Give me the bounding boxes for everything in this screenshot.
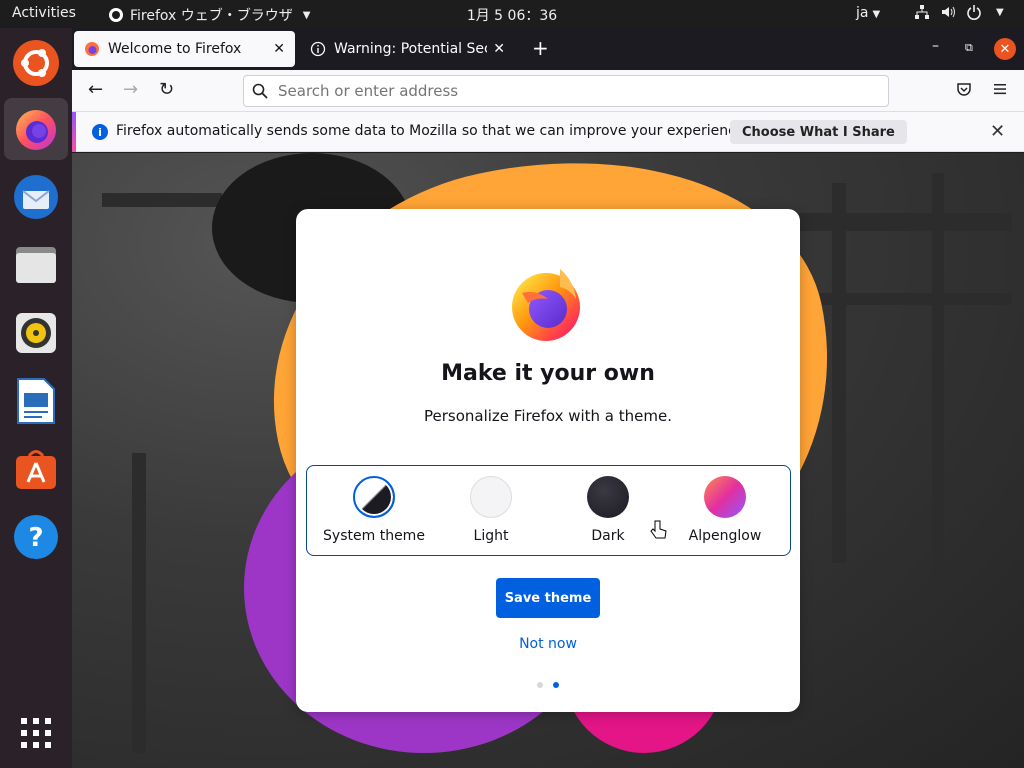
back-button[interactable]: ← [88,80,103,100]
clock[interactable]: 1月 5 06：36 [467,8,557,24]
theme-option-dark[interactable]: Dark [549,466,667,557]
maximize-button[interactable]: ⧉ [965,41,973,55]
dock-libreoffice-writer[interactable] [4,370,68,432]
alpenglow-theme-swatch [704,476,746,518]
theme-label: Light [473,528,509,544]
card-title: Make it your own [441,361,655,386]
firefox-icon [16,110,56,150]
dock-firefox[interactable] [4,98,68,160]
dock-ubuntu[interactable] [4,32,68,94]
pocket-button[interactable] [956,81,972,101]
choose-what-i-share-button[interactable]: Choose What I Share [730,120,907,144]
tab-bar: Welcome to Firefox ✕ Warning: Potential … [72,28,1024,70]
welcome-page: Make it your own Personalize Firefox wit… [72,153,1024,768]
forward-button[interactable]: → [123,80,138,100]
theme-picker: System theme Light Dark Alpenglow [306,465,791,556]
tab-welcome[interactable]: Welcome to Firefox ✕ [74,31,295,67]
firefox-favicon-icon [85,42,99,56]
ubuntu-logo-icon [13,40,59,86]
step-dot-current [553,682,559,688]
dock-help[interactable]: ? [4,506,68,568]
not-now-link[interactable]: Not now [296,636,800,652]
input-method[interactable]: ja ▼ [856,5,880,21]
dock-files[interactable] [4,234,68,296]
pocket-icon [957,83,971,96]
theme-option-system[interactable]: System theme [315,466,433,557]
chevron-down-icon: ▼ [302,9,311,21]
menu-button[interactable] [992,81,1008,101]
theme-label: Alpenglow [688,528,762,544]
dock-show-applications[interactable] [4,702,68,764]
reload-button[interactable]: ↻ [159,80,174,100]
dock-thunderbird[interactable] [4,166,68,228]
hand-cursor-icon [650,520,667,539]
dock: ? [0,28,72,768]
theme-option-alpenglow[interactable]: Alpenglow [666,466,784,557]
system-theme-swatch [353,476,395,518]
close-window-button[interactable]: ✕ [994,38,1016,60]
firefox-logo-icon [512,269,580,341]
rhythmbox-icon [16,313,56,353]
system-menu[interactable]: ▼ [914,4,1004,20]
new-tab-button[interactable]: + [532,38,549,58]
writer-icon [17,378,55,424]
info-icon [310,41,326,57]
close-notification-icon[interactable]: ✕ [990,121,1005,142]
search-input[interactable] [276,81,856,101]
step-indicator [537,682,559,688]
thunderbird-icon [14,175,58,219]
notification-message: Firefox automatically sends some data to… [116,123,749,139]
app-menu[interactable]: Firefox ウェブ・ブラウザ ▼ [108,5,311,25]
hamburger-menu-icon [994,84,1006,95]
navigation-bar: ← → ↻ [72,70,1024,112]
software-store-icon [16,450,56,489]
volume-icon [942,6,955,18]
tab-warning[interactable]: Warning: Potential Securi ✕ [300,31,515,67]
step-dot [537,682,543,688]
light-theme-swatch [470,476,512,518]
firefox-small-icon [109,8,123,22]
close-tab-icon[interactable]: ✕ [493,41,505,57]
card-subtitle: Personalize Firefox with a theme. [424,407,672,425]
dark-theme-swatch [587,476,629,518]
top-bar: Activities Firefox ウェブ・ブラウザ ▼ 1月 5 06：36… [0,0,1024,28]
dock-software[interactable] [4,438,68,500]
theme-label: System theme [323,528,425,544]
tab-title: Welcome to Firefox [108,41,242,57]
chevron-down-icon: ▼ [996,6,1004,18]
app-grid-icon [21,718,51,748]
network-icon [915,5,929,19]
theme-option-light[interactable]: Light [432,466,550,557]
chevron-down-icon: ▼ [872,9,881,20]
close-tab-icon[interactable]: ✕ [273,41,285,57]
power-icon [967,5,981,20]
data-collection-notification: i Firefox automatically sends some data … [72,112,1024,152]
dock-rhythmbox[interactable] [4,302,68,364]
tab-title: Warning: Potential Securi [334,41,487,57]
files-icon [16,247,56,283]
input-method-label: ja [856,5,869,21]
app-menu-label: Firefox ウェブ・ブラウザ [130,8,293,24]
url-bar[interactable] [243,75,889,107]
search-icon [252,83,268,99]
notification-accent [72,112,76,152]
svg-text:?: ? [28,523,43,553]
minimize-button[interactable]: – [932,38,939,54]
help-icon: ? [14,515,58,559]
info-icon: i [92,124,108,140]
activities-button[interactable]: Activities [12,5,76,21]
save-theme-button[interactable]: Save theme [496,578,600,618]
onboarding-card: Make it your own Personalize Firefox wit… [296,209,800,712]
